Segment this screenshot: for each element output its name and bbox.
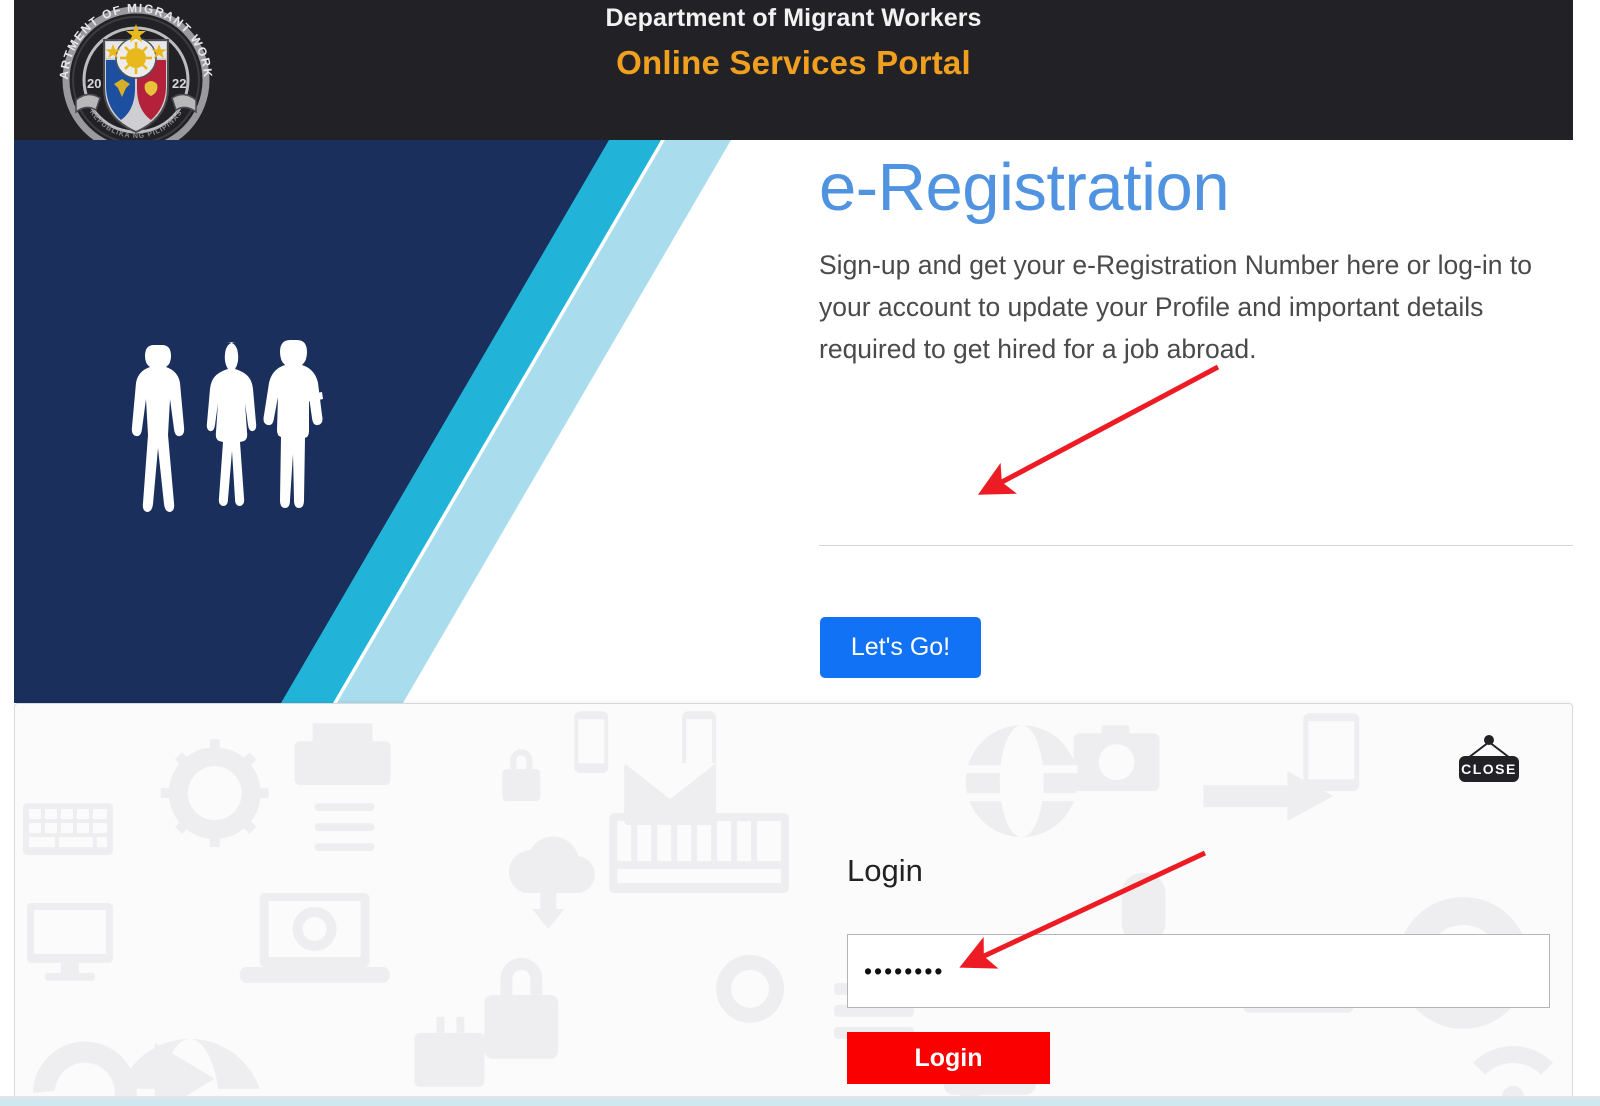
login-submit-button[interactable]: Login	[847, 1032, 1050, 1084]
header-titles: Department of Migrant Workers Online Ser…	[14, 0, 1573, 82]
bottom-scrollbar-strip[interactable]	[0, 1098, 1600, 1106]
page-title: e-Registration	[819, 150, 1230, 225]
hero-banner-illustration	[14, 140, 804, 703]
login-heading: Login	[847, 853, 923, 888]
org-name: Department of Migrant Workers	[605, 4, 982, 32]
login-input[interactable]	[847, 934, 1550, 1008]
close-label: CLOSE	[1461, 761, 1517, 777]
close-button[interactable]: CLOSE	[1451, 734, 1527, 786]
login-modal: CLOSE	[14, 703, 1573, 1106]
tech-icons-pattern-background	[15, 704, 1572, 1105]
portal-name: Online Services Portal	[616, 44, 971, 81]
lets-go-button[interactable]: Let's Go!	[820, 617, 981, 678]
page-frame: DEPARTMENT OF MIGRANT WORKERS REPUBLIKA …	[14, 0, 1573, 1106]
hero-divider	[819, 545, 1573, 546]
site-header: DEPARTMENT OF MIGRANT WORKERS REPUBLIKA …	[14, 0, 1573, 154]
hero-description: Sign-up and get your e-Registration Numb…	[819, 250, 1532, 365]
screenshot-root: DEPARTMENT OF MIGRANT WORKERS REPUBLIKA …	[0, 0, 1600, 1106]
hero-section: e-Registration Sign-up and get your e-Re…	[14, 140, 1573, 703]
hero-copy: e-Registration Sign-up and get your e-Re…	[819, 140, 1573, 370]
